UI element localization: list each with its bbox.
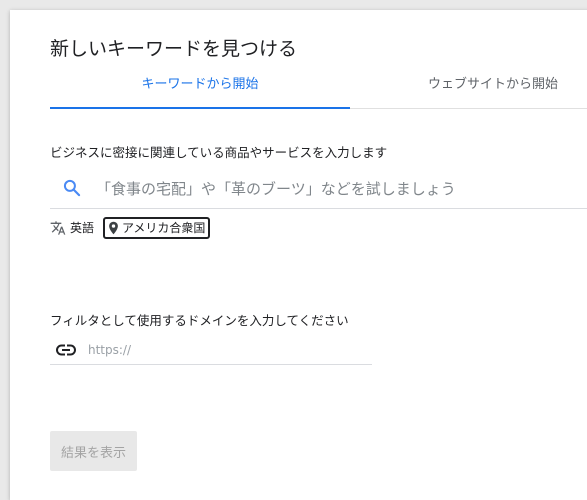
location-pin-icon [109,221,118,235]
tab-start-with-keywords[interactable]: キーワードから開始 [50,74,350,109]
domain-input[interactable] [88,340,358,360]
domain-field [50,336,372,365]
keyword-planner-dialog: 新しいキーワードを見つける キーワードから開始 ウェブサイトから開始 ビジネスに… [10,10,587,500]
dialog-title: 新しいキーワードを見つける [50,38,298,60]
domain-field-label: フィルタとして使用するドメインを入力してください [50,313,349,328]
location-label: アメリカ合衆国 [122,221,206,235]
translate-icon [50,221,66,235]
tab-start-with-website[interactable]: ウェブサイトから開始 [380,74,587,108]
link-icon [56,344,76,356]
show-results-button[interactable]: 結果を表示 [50,431,137,471]
language-label[interactable]: 英語 [70,219,94,236]
start-tabs: キーワードから開始 ウェブサイトから開始 [50,74,587,109]
keyword-placeholder: 「食事の宅配」や「革のブーツ」などを試しましょう [96,180,456,198]
search-icon [63,179,81,197]
keyword-search-input[interactable]: 「食事の宅配」や「革のブーツ」などを試しましょう [50,168,587,209]
location-selector[interactable]: アメリカ合衆国 [103,217,211,239]
tab-label: ウェブサイトから開始 [428,77,559,92]
tab-label: キーワードから開始 [141,77,259,92]
active-tab-indicator [50,107,350,109]
keyword-field-label: ビジネスに密接に関連している商品やサービスを入力します [50,145,388,160]
